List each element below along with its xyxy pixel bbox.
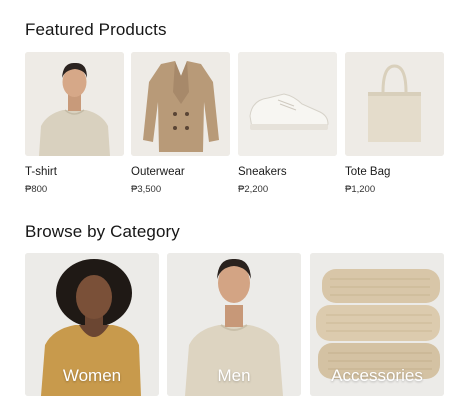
product-card-sneakers[interactable]: Sneakers ₱2,200 (238, 52, 337, 195)
product-price: ₱800 (25, 184, 48, 195)
product-card-tote-bag[interactable]: Tote Bag ₱1,200 (345, 52, 444, 195)
category-card-accessories[interactable]: Accessories (310, 253, 444, 396)
product-name[interactable]: Outerwear (131, 166, 230, 178)
product-name[interactable]: Tote Bag (345, 166, 444, 178)
product-price: ₱3,500 (131, 184, 162, 195)
tshirt-model-image[interactable] (25, 52, 124, 156)
category-card-women[interactable]: Women (25, 253, 159, 396)
product-price: ₱2,200 (238, 184, 269, 195)
product-name[interactable]: T-shirt (25, 166, 124, 178)
category-label: Accessories (331, 366, 423, 385)
tote-bag-image[interactable] (345, 52, 444, 156)
category-label: Men (217, 366, 251, 385)
product-name[interactable]: Sneakers (238, 166, 337, 178)
featured-products-heading: Featured Products (25, 20, 167, 39)
product-card-tshirt[interactable]: T-shirt ₱800 (25, 52, 124, 195)
product-card-outerwear[interactable]: Outerwear ₱3,500 (131, 52, 230, 195)
sneaker-image[interactable] (238, 52, 337, 156)
browse-category-heading: Browse by Category (25, 222, 180, 241)
coat-image[interactable] (131, 52, 230, 156)
product-price: ₱1,200 (345, 184, 376, 195)
category-card-men[interactable]: Men (167, 253, 301, 396)
category-label: Women (62, 366, 122, 385)
